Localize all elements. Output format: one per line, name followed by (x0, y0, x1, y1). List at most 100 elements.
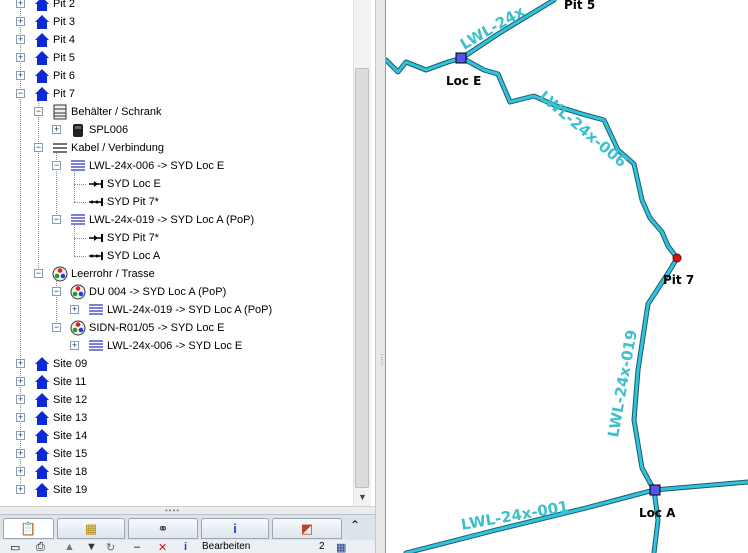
expand-toggle-icon[interactable]: + (16, 71, 25, 80)
cable-006[interactable] (459, 55, 680, 261)
tree-item[interactable]: + Site 11 (0, 373, 350, 391)
vertical-scrollbar[interactable]: ▼ (353, 0, 371, 506)
fiber-cable-icon (70, 158, 86, 174)
collapse-toggle-icon[interactable]: − (34, 143, 43, 152)
expand-toggle-icon[interactable]: + (16, 413, 25, 422)
info-small-icon[interactable]: i (184, 541, 187, 553)
tree-item[interactable]: + Pit 6 (0, 67, 350, 85)
tree-item[interactable]: + Site 15 (0, 445, 350, 463)
table-icon: ▦ (84, 521, 98, 536)
collapse-toggle-icon[interactable]: − (52, 323, 61, 332)
tree-item[interactable]: − DU 004 -> SYD Loc A (PoP) (0, 283, 350, 301)
tree-item[interactable]: + Site 09 (0, 355, 350, 373)
tree-item[interactable]: − Pit 7 (0, 85, 350, 103)
tree-item[interactable]: + LWL-24x-006 -> SYD Loc E (0, 337, 350, 355)
tree-item-label: SYD Loc E (107, 178, 161, 190)
tree-item[interactable]: SYD Loc A (0, 247, 350, 265)
new-icon[interactable]: ▭ (10, 541, 20, 553)
tab-clipboard[interactable]: 📋 (3, 518, 54, 539)
cable-001[interactable] (403, 479, 748, 553)
print-icon[interactable]: ⎙ (36, 541, 45, 553)
edit-menu-button[interactable]: Bearbeiten (202, 541, 250, 552)
tree-item[interactable]: + Site 14 (0, 427, 350, 445)
tree-item-label: LWL-24x-019 -> SYD Loc A (PoP) (107, 304, 273, 316)
map-label-pit-7: Pit 7 (663, 273, 694, 287)
info-icon: i (233, 521, 237, 536)
fiber-cable-icon (70, 212, 86, 228)
tree-item[interactable]: − SIDN-R01/05 -> SYD Loc E (0, 319, 350, 337)
tree-item-label: Site 09 (53, 358, 88, 370)
tab-search[interactable]: ⚭ (128, 518, 198, 539)
node-loc-a[interactable] (649, 484, 661, 496)
node-loc-e[interactable] (455, 52, 467, 64)
tree-item[interactable]: + Pit 2 (0, 0, 350, 13)
tree-item[interactable]: + Site 12 (0, 391, 350, 409)
tree-item[interactable]: + Site 19 (0, 481, 350, 499)
house-icon (34, 68, 50, 84)
expand-toggle-icon[interactable]: + (16, 395, 25, 404)
grid-view-icon[interactable]: ▦ (336, 541, 346, 553)
collapse-toggle-icon[interactable]: − (52, 161, 61, 170)
tree-item-label: LWL-24x-006 -> SYD Loc E (107, 340, 243, 352)
expand-toggle-icon[interactable]: + (16, 449, 25, 458)
arrow-down-icon[interactable]: ▼ (86, 541, 97, 553)
expand-toggle-icon[interactable]: + (70, 305, 79, 314)
tree-item-label: Pit 7 (53, 88, 76, 100)
tree-item[interactable]: − Behälter / Schrank (0, 103, 350, 121)
tree-item[interactable]: + Site 18 (0, 463, 350, 481)
page-number: 2 (319, 541, 325, 552)
node-pit-7[interactable] (672, 253, 682, 263)
collapse-toggle-icon[interactable]: − (16, 89, 25, 98)
tree-item[interactable]: + Pit 5 (0, 49, 350, 67)
tab-info[interactable]: i (201, 518, 269, 539)
tree-item[interactable]: + Pit 4 (0, 31, 350, 49)
arrow-up-icon[interactable]: ▲ (64, 541, 75, 553)
map-canvas[interactable]: LWL-24x LWL-24x-006 LWL-24x-019 LWL-24x-… (386, 0, 748, 553)
expand-toggle-icon[interactable]: + (16, 467, 25, 476)
tree-item[interactable]: + Pit 3 (0, 13, 350, 31)
connection-out-icon (88, 176, 104, 192)
tree-item[interactable]: − Kabel / Verbindung (0, 139, 350, 157)
tree-item[interactable]: SYD Pit 7* (0, 229, 350, 247)
expand-toggle-icon[interactable]: + (16, 53, 25, 62)
tab-layers[interactable]: ◩ (272, 518, 342, 539)
refresh-icon[interactable]: ↻ (106, 541, 115, 553)
tree-item-label: Behälter / Schrank (71, 106, 162, 118)
tree-item[interactable]: − LWL-24x-006 -> SYD Loc E (0, 157, 350, 175)
map-label-loc-e: Loc E (446, 74, 481, 88)
tree-item-label: Leerrohr / Trasse (71, 268, 155, 280)
house-icon (34, 482, 50, 498)
house-icon (34, 392, 50, 408)
expand-toggle-icon[interactable]: + (16, 377, 25, 386)
collapse-toggle-icon[interactable]: − (52, 215, 61, 224)
delete-icon[interactable]: ✕ (158, 541, 167, 553)
layers-icon: ◩ (300, 521, 314, 536)
tree-item[interactable]: + Site 13 (0, 409, 350, 427)
scrollbar-thumb[interactable] (355, 68, 369, 488)
expand-toggle-icon[interactable]: + (16, 17, 25, 26)
expand-toggle-icon[interactable]: + (16, 485, 25, 494)
collapse-toggle-icon[interactable]: − (34, 269, 43, 278)
tree-item[interactable]: SYD Pit 7* (0, 193, 350, 211)
collapse-toggle-icon[interactable]: − (34, 107, 43, 116)
scroll-down-arrow[interactable]: ▼ (354, 489, 371, 506)
tab-table[interactable]: ▦ (57, 518, 125, 539)
tree-item[interactable]: + LWL-24x-019 -> SYD Loc A (PoP) (0, 301, 350, 319)
expand-toggle-icon[interactable]: + (16, 359, 25, 368)
minus-icon[interactable]: – (134, 541, 140, 553)
expand-toggle-icon[interactable]: + (16, 35, 25, 44)
expand-toggle-icon[interactable]: + (16, 0, 25, 8)
house-icon (34, 410, 50, 426)
tree-item[interactable]: SYD Loc E (0, 175, 350, 193)
duct-icon (70, 320, 86, 336)
collapse-chevrons-icon[interactable]: ⌃ (350, 518, 360, 532)
collapse-toggle-icon[interactable]: − (52, 287, 61, 296)
pane-splitter[interactable]: ⋮ ⋮ (375, 0, 386, 553)
tree-item[interactable]: − LWL-24x-019 -> SYD Loc A (PoP) (0, 211, 350, 229)
expand-toggle-icon[interactable]: + (16, 431, 25, 440)
expand-toggle-icon[interactable]: + (70, 341, 79, 350)
tree-item[interactable]: − Leerrohr / Trasse (0, 265, 350, 283)
tree-item[interactable]: + SPL006 (0, 121, 350, 139)
map-view[interactable]: LWL-24x LWL-24x-006 LWL-24x-019 LWL-24x-… (386, 0, 748, 553)
expand-toggle-icon[interactable]: + (52, 125, 61, 134)
